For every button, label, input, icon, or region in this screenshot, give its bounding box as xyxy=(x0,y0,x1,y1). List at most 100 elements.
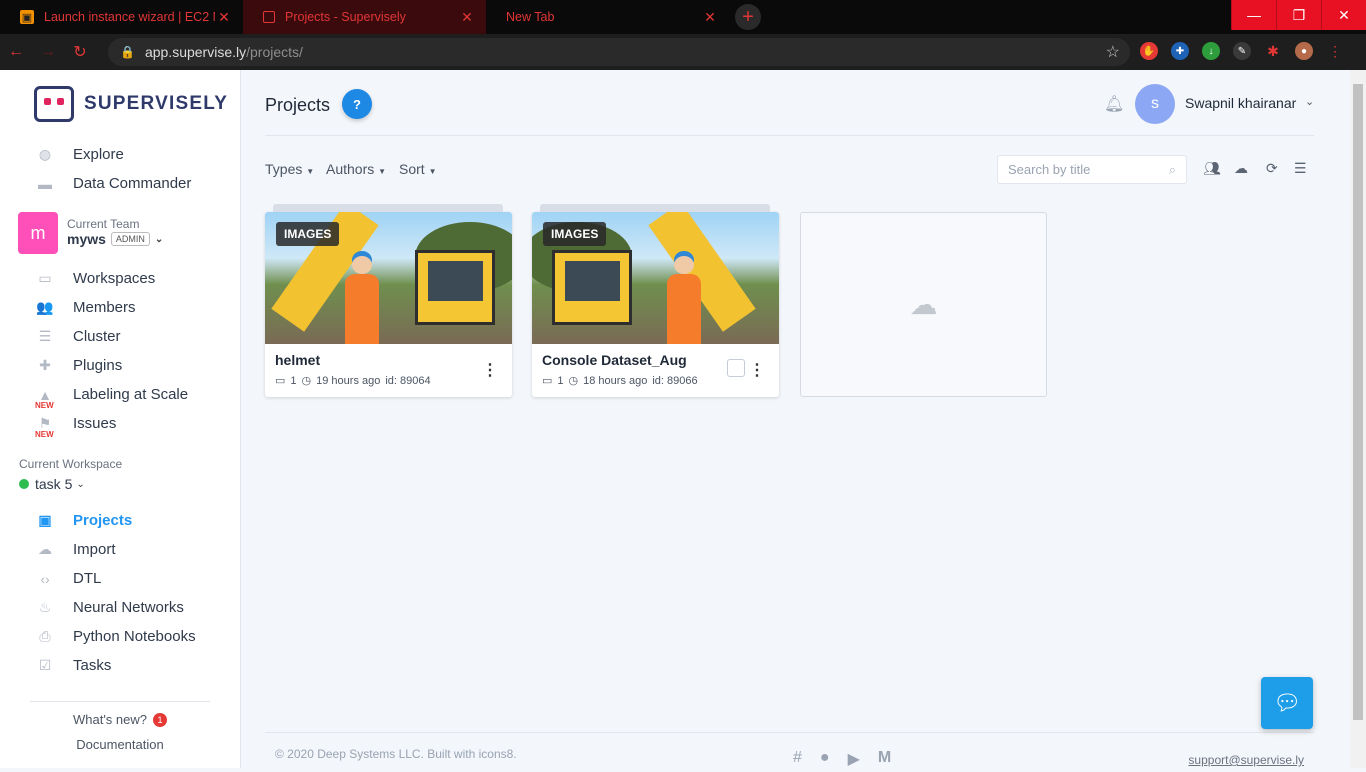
forward-icon[interactable]: → xyxy=(32,43,64,61)
card-stack-edge xyxy=(273,204,503,212)
sidebar-item-neural-networks[interactable]: ♨ Neural Networks xyxy=(36,599,184,616)
restore-button[interactable]: ❐ xyxy=(1276,0,1321,30)
excavator-cab xyxy=(552,250,632,325)
sidebar-item-data-commander[interactable]: ▬ Data Commander xyxy=(36,175,191,192)
close-icon[interactable]: ✕ xyxy=(215,9,233,26)
sidebar: SUPERVISELY ◍ Explore ▬ Data Commander m… xyxy=(0,70,241,768)
list-view-icon[interactable]: ☰ xyxy=(1294,160,1307,177)
scrollbar[interactable] xyxy=(1350,70,1366,768)
current-team[interactable]: m Current Team myws ADMIN ⌄ xyxy=(18,212,163,254)
workspace-label: Current Workspace xyxy=(19,457,123,471)
slack-icon[interactable]: # xyxy=(793,749,802,769)
project-name[interactable]: helmet xyxy=(275,352,320,368)
sidebar-item-label: Import xyxy=(73,541,116,558)
browser-tab-supervisely[interactable]: Projects - Supervisely ✕ xyxy=(243,0,486,34)
documentation-link[interactable]: Documentation xyxy=(30,737,210,752)
project-card[interactable]: IMAGES helmet ▭ 1 ◷ 19 hours ago id: 89064… xyxy=(265,204,512,397)
flame-icon: ♨ xyxy=(38,599,52,615)
support-email-link[interactable]: support@supervise.ly xyxy=(1188,753,1304,767)
star-icon[interactable]: ☆ xyxy=(1106,42,1120,62)
user-name[interactable]: Swapnil khairanar xyxy=(1185,95,1296,111)
chevron-down-icon[interactable]: ⌄ xyxy=(76,479,84,490)
supervisely-logo[interactable]: SUPERVISELY xyxy=(34,86,228,122)
sidebar-item-python-notebooks[interactable]: ⎙ Python Notebooks xyxy=(36,628,195,645)
close-window-button[interactable]: ✕ xyxy=(1321,0,1366,30)
sidebar-item-dtl[interactable]: ‹› DTL xyxy=(36,570,101,587)
more-options-icon[interactable]: ⋮ xyxy=(482,360,498,380)
refresh-icon[interactable]: ⟳ xyxy=(1266,160,1278,177)
sidebar-item-workspaces[interactable]: ▭ Workspaces xyxy=(36,270,155,287)
sidebar-item-explore[interactable]: ◍ Explore xyxy=(36,146,124,163)
chevron-down-icon[interactable]: ⌄ xyxy=(155,234,163,245)
project-card[interactable]: IMAGES Console Dataset_Aug ▭ 1 ◷ 18 hours … xyxy=(532,204,779,397)
help-button[interactable]: ? xyxy=(342,89,372,119)
search-box: ⌕ xyxy=(997,155,1187,184)
sidebar-item-plugins[interactable]: ✚ Plugins xyxy=(36,357,122,374)
sidebar-item-import[interactable]: ☁ Import xyxy=(36,541,116,558)
puzzle-extension-icon[interactable]: ✚ xyxy=(1171,42,1189,60)
search-icon[interactable]: ⌕ xyxy=(1169,162,1176,178)
authors-filter[interactable]: Authors ▼ xyxy=(326,161,386,177)
sidebar-item-issues[interactable]: ⚑ NEW Issues xyxy=(35,415,116,439)
types-filter[interactable]: Types ▼ xyxy=(265,161,314,177)
scrollbar-thumb[interactable] xyxy=(1353,84,1363,720)
project-id: id: 89066 xyxy=(652,374,698,387)
medium-icon[interactable]: M xyxy=(878,749,891,769)
adblock-extension-icon[interactable]: ✋ xyxy=(1140,42,1158,60)
sidebar-item-label: Labeling at Scale xyxy=(73,386,189,403)
browser-tab-new[interactable]: New Tab ✕ xyxy=(486,0,729,34)
back-icon[interactable]: ← xyxy=(0,43,32,61)
more-options-icon[interactable]: ⋮ xyxy=(749,360,765,380)
project-thumbnail[interactable]: IMAGES xyxy=(265,212,512,344)
browser-tab-ec2[interactable]: ▣ Launch instance wizard | EC2 Ma ✕ xyxy=(0,0,243,34)
chevron-down-icon[interactable]: ⌄ xyxy=(1305,95,1314,108)
minimize-button[interactable]: — xyxy=(1231,0,1276,30)
card-stack-edge xyxy=(540,204,770,212)
sidebar-item-labeling-at-scale[interactable]: ▲ NEW Labeling at Scale xyxy=(35,386,189,410)
copyright-text: © 2020 Deep Systems LLC. Built with icon… xyxy=(275,747,517,761)
github-icon[interactable]: ● xyxy=(820,749,830,769)
youtube-icon[interactable]: ▶ xyxy=(848,749,860,769)
chat-support-button[interactable]: 💬︎ xyxy=(1261,677,1313,729)
filter-label: Authors xyxy=(326,161,375,177)
sidebar-item-members[interactable]: 👥 Members xyxy=(36,299,135,316)
sidebar-item-projects[interactable]: ▣ Projects xyxy=(36,512,132,529)
user-avatar[interactable]: s xyxy=(1135,84,1175,124)
bell-icon[interactable]: 🔔︎ xyxy=(1104,94,1124,114)
extensions-icon[interactable]: ✱ xyxy=(1264,42,1282,60)
folder-icon: ▭ xyxy=(275,375,286,387)
clock-icon: ◷ xyxy=(301,375,312,387)
address-bar[interactable]: 🔒 app.supervise.ly/projects/ ☆ xyxy=(108,38,1130,66)
download-extension-icon[interactable]: ↓ xyxy=(1202,42,1220,60)
caret-down-icon: ▼ xyxy=(306,167,315,176)
role-badge: ADMIN xyxy=(110,232,150,246)
profile-avatar[interactable]: ● xyxy=(1295,42,1313,60)
import-project-card[interactable]: ☁ xyxy=(800,212,1047,397)
filter-label: Sort xyxy=(399,161,425,177)
workspace-name: task 5 xyxy=(35,476,73,492)
filter-label: Types xyxy=(265,161,303,177)
updated-time: 19 hours ago xyxy=(316,374,381,387)
new-tab-button[interactable]: + xyxy=(735,4,761,30)
members-filter-icon[interactable]: 👥︎ xyxy=(1203,160,1221,177)
window-controls: — ❐ ✕ xyxy=(1231,0,1366,30)
dropper-extension-icon[interactable]: ✎ xyxy=(1233,42,1251,60)
sidebar-item-cluster[interactable]: ☰ Cluster xyxy=(36,328,121,345)
search-input[interactable] xyxy=(998,156,1153,183)
select-checkbox[interactable] xyxy=(727,359,745,377)
sidebar-item-tasks[interactable]: ☑ Tasks xyxy=(36,657,112,674)
browser-menu-icon[interactable]: ⋮ xyxy=(1326,42,1344,60)
excavator-arm xyxy=(648,212,756,332)
cloud-upload-icon[interactable]: ☁ xyxy=(1234,160,1248,177)
project-thumbnail[interactable]: IMAGES xyxy=(532,212,779,344)
close-icon[interactable]: ✕ xyxy=(458,9,476,26)
project-name[interactable]: Console Dataset_Aug xyxy=(542,352,687,368)
main-content: Projects ? 🔔︎ s Swapnil khairanar ⌄ Type… xyxy=(241,70,1350,768)
close-icon[interactable]: ✕ xyxy=(701,9,719,26)
whats-new-link[interactable]: What's new? xyxy=(73,712,147,727)
reload-icon[interactable]: ↻ xyxy=(64,42,96,62)
code-icon: ‹› xyxy=(40,570,50,587)
current-workspace[interactable]: Current Workspace task 5 ⌄ xyxy=(19,457,122,492)
chat-bubbles-icon: 💬︎ xyxy=(1273,690,1301,715)
sort-filter[interactable]: Sort ▼ xyxy=(399,161,437,177)
